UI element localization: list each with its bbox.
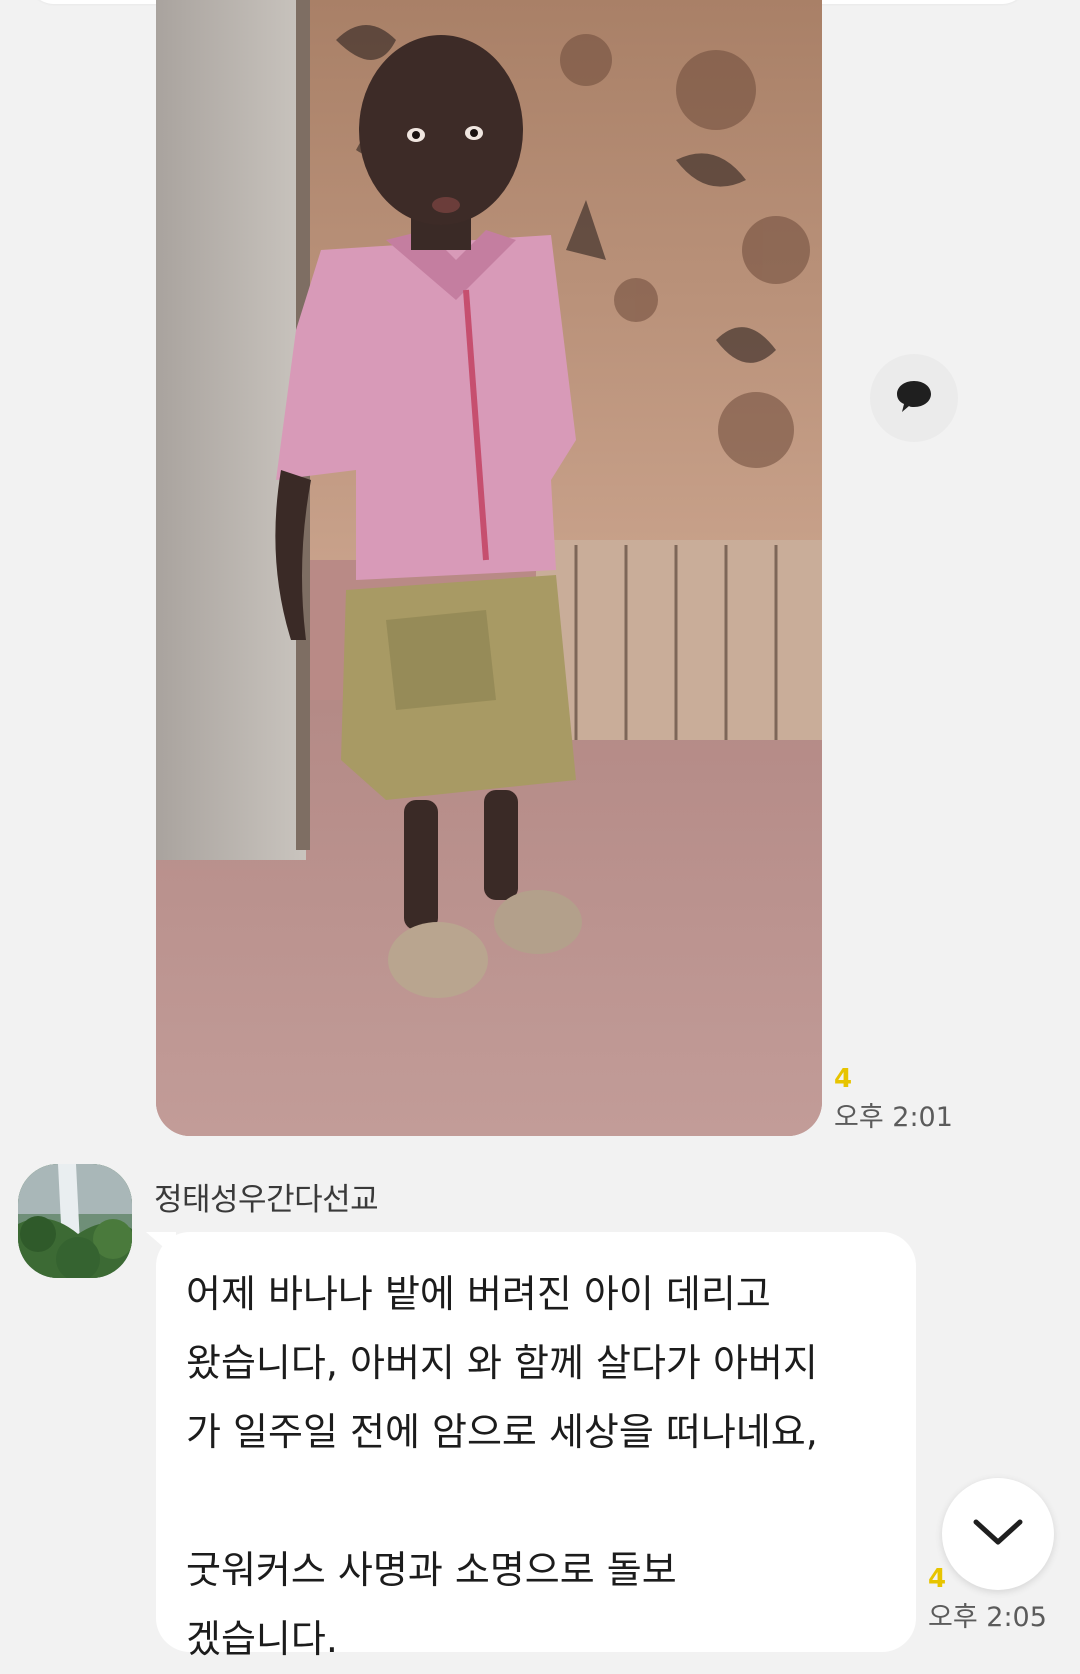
- message-line: 겠습니다.: [186, 1617, 338, 1661]
- chevron-down-icon: [972, 1516, 1024, 1552]
- unread-count: 4: [834, 1064, 853, 1094]
- comment-button[interactable]: [870, 354, 958, 442]
- avatar-image: [18, 1164, 132, 1278]
- sender-name[interactable]: 정태성우간다선교: [154, 1174, 379, 1219]
- text-message-bubble[interactable]: 어제 바나나 밭에 버려진 아이 데리고 왔습니다, 아버지 와 함께 살다가 …: [156, 1232, 916, 1661]
- photo-image: [156, 0, 822, 1136]
- avatar[interactable]: [18, 1164, 132, 1278]
- photo-message[interactable]: [156, 0, 822, 1136]
- speech-bubble-icon: [894, 376, 934, 420]
- message-line: 굿워커스 사명과 소명으로 돌보: [186, 1548, 677, 1592]
- message-line: 어제 바나나 밭에 버려진 아이 데리고: [186, 1272, 771, 1316]
- message-time: 오후 2:01: [834, 1102, 953, 1133]
- message-line: [186, 1467, 886, 1536]
- message-line: 가 일주일 전에 암으로 세상을 떠나네요,: [186, 1410, 818, 1454]
- message-time: 오후 2:05: [928, 1602, 1047, 1633]
- unread-count: 4: [928, 1564, 947, 1594]
- message-line: 왔습니다, 아버지 와 함께 살다가 아버지: [186, 1341, 818, 1385]
- scroll-to-bottom-button[interactable]: [942, 1478, 1054, 1590]
